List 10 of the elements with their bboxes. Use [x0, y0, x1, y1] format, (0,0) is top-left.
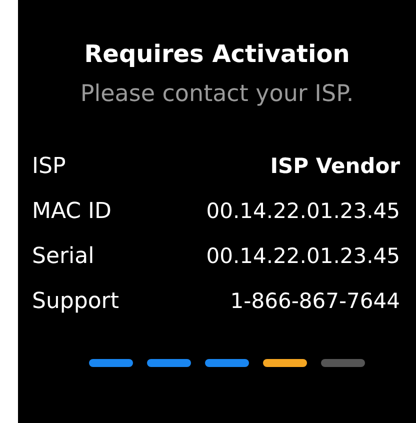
detail-label: MAC ID	[32, 198, 112, 226]
detail-label: Support	[32, 288, 119, 316]
detail-value: 00.14.22.01.23.45	[205, 198, 400, 225]
detail-value: 00.14.22.01.23.45	[205, 243, 400, 270]
screen-title: Requires Activation	[84, 39, 350, 70]
detail-value: ISP Vendor	[269, 153, 400, 180]
detail-value: 1-866-867-7644	[229, 288, 400, 315]
detail-label: ISP	[32, 153, 67, 181]
detail-label: Serial	[32, 243, 96, 271]
subtitle: Please contact your ISP.	[80, 80, 354, 109]
